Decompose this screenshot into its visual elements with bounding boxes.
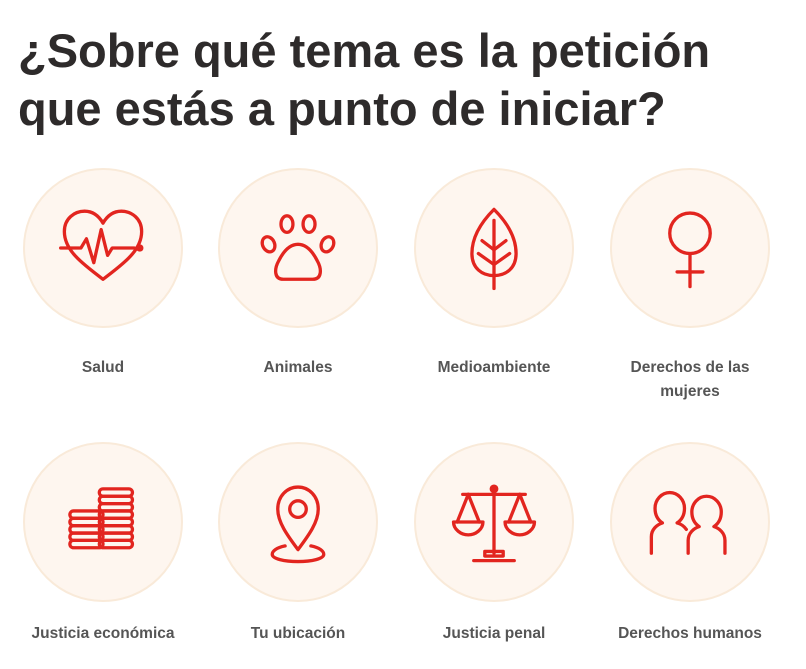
- category-circle: [414, 442, 574, 602]
- category-label: Derechos de las mujeres: [630, 359, 750, 400]
- scales-icon: [451, 484, 537, 563]
- location-pin-icon: [270, 485, 326, 564]
- category-circle: [23, 168, 183, 328]
- category-label: Tu ubicación: [250, 625, 346, 642]
- category-label: Medioambiente: [437, 359, 551, 376]
- category-justicia-economica[interactable]: Justicia económica: [5, 442, 201, 646]
- category-circle: [218, 442, 378, 602]
- coins-stack-icon: [68, 487, 135, 550]
- category-animales[interactable]: Animales: [200, 168, 396, 380]
- category-label: Salud: [81, 359, 125, 376]
- page-title: ¿Sobre qué tema es la petición que estás…: [18, 24, 711, 135]
- category-justicia-penal[interactable]: Justicia penal: [396, 442, 592, 646]
- category-derechos-mujeres[interactable]: Derechos de las mujeres: [592, 168, 788, 404]
- heart-pulse-icon: [59, 209, 144, 281]
- category-circle: [610, 442, 770, 602]
- category-medioambiente[interactable]: Medioambiente: [396, 168, 592, 380]
- category-tu-ubicacion[interactable]: Tu ubicación: [200, 442, 396, 646]
- category-label: Justicia económica: [31, 625, 175, 642]
- category-derechos-humanos[interactable]: Derechos humanos: [592, 442, 788, 646]
- paw-icon: [260, 214, 336, 281]
- category-circle: [23, 442, 183, 602]
- category-salud[interactable]: Salud: [5, 168, 201, 380]
- category-circle: [610, 168, 770, 328]
- category-circle: [414, 168, 574, 328]
- category-label: Justicia penal: [442, 625, 546, 642]
- category-label: Animales: [263, 359, 333, 376]
- female-symbol-icon: [668, 211, 712, 289]
- people-icon: [649, 490, 727, 555]
- category-label: Derechos humanos: [618, 625, 762, 642]
- leaf-icon: [470, 207, 518, 291]
- category-circle: [218, 168, 378, 328]
